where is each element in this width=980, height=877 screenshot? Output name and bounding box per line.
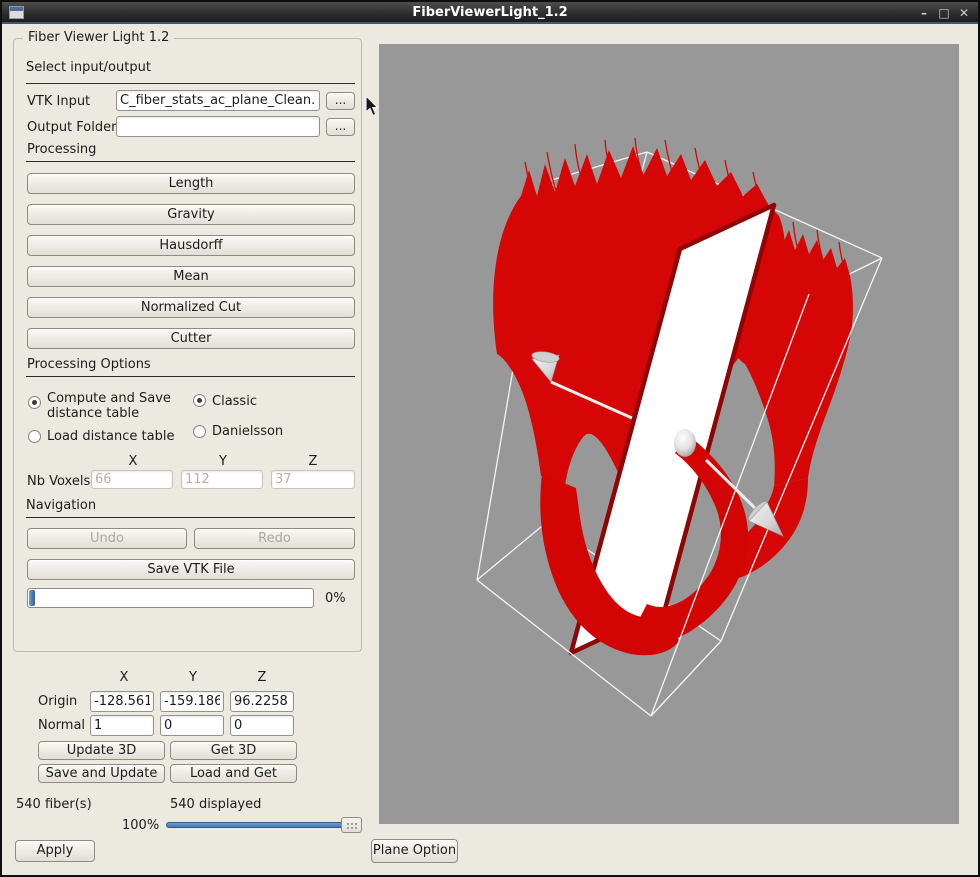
- divider: [26, 376, 355, 377]
- apply-button[interactable]: Apply: [15, 840, 95, 862]
- vtk-input-field[interactable]: [116, 90, 320, 111]
- vtk-input-label: VTK Input: [27, 94, 90, 109]
- plane-axis-z: Z: [251, 670, 273, 685]
- normal-z-field[interactable]: [230, 715, 294, 736]
- divider: [26, 161, 355, 162]
- update-3d-button[interactable]: Update 3D: [38, 741, 165, 760]
- radio-classic[interactable]: [193, 394, 206, 407]
- groupbox-title: Fiber Viewer Light 1.2: [23, 30, 174, 45]
- get-3d-button[interactable]: Get 3D: [170, 741, 297, 760]
- gravity-button[interactable]: Gravity: [27, 204, 355, 225]
- minimize-icon[interactable]: –: [916, 6, 932, 20]
- mouse-cursor: [365, 95, 381, 117]
- nb-voxels-label: Nb Voxels: [27, 474, 90, 489]
- hausdorff-button[interactable]: Hausdorff: [27, 235, 355, 256]
- slider-track[interactable]: [166, 822, 362, 828]
- save-and-update-button[interactable]: Save and Update: [38, 764, 165, 783]
- nb-voxels-y-field: [181, 470, 263, 489]
- progress-percent-label: 0%: [325, 591, 346, 606]
- normal-y-field[interactable]: [160, 715, 224, 736]
- nb-voxels-z-field: [271, 470, 355, 489]
- progress-bar: [27, 588, 314, 608]
- section-processing-options: Processing Options: [27, 357, 151, 372]
- length-button[interactable]: Length: [27, 173, 355, 194]
- undo-button[interactable]: Undo: [27, 528, 187, 549]
- radio-load-table-label[interactable]: Load distance table: [47, 429, 174, 444]
- plane-option-button[interactable]: Plane Option: [371, 839, 458, 863]
- normalized-cut-button[interactable]: Normalized Cut: [27, 297, 355, 318]
- fiber-display-slider[interactable]: [166, 817, 362, 833]
- fiber-viewer-groupbox: Fiber Viewer Light 1.2 Select input/outp…: [13, 38, 362, 652]
- vtk-browse-button[interactable]: ...: [326, 92, 355, 110]
- slider-grip: [346, 822, 359, 830]
- origin-y-field[interactable]: [160, 691, 224, 712]
- close-icon[interactable]: ✕: [956, 6, 972, 20]
- section-processing: Processing: [27, 142, 96, 157]
- radio-danielsson[interactable]: [193, 425, 206, 438]
- maximize-icon[interactable]: □: [936, 6, 952, 20]
- voxel-axis-x: X: [122, 454, 144, 469]
- output-folder-label: Output Folder: [27, 120, 116, 135]
- radio-compute-save-label[interactable]: Compute and Save distance table: [47, 391, 185, 421]
- origin-label: Origin: [38, 694, 77, 709]
- redo-button[interactable]: Redo: [194, 528, 355, 549]
- window-controls: – □ ✕: [916, 2, 972, 24]
- divider: [26, 83, 355, 84]
- radio-load-table[interactable]: [28, 430, 41, 443]
- titlebar: FiberViewerLight_1.2 – □ ✕: [2, 2, 978, 24]
- voxel-axis-y: Y: [212, 454, 234, 469]
- app-window: FiberViewerLight_1.2 – □ ✕ Fiber Viewer …: [0, 0, 980, 877]
- output-browse-button[interactable]: ...: [326, 118, 355, 136]
- origin-z-field[interactable]: [230, 691, 294, 712]
- plane-axis-x: X: [113, 670, 135, 685]
- plane-origin-sphere[interactable]: [674, 429, 696, 457]
- displayed-count-label: 540 displayed: [170, 797, 261, 812]
- divider: [26, 517, 355, 518]
- voxel-axis-z: Z: [302, 454, 324, 469]
- radio-compute-save[interactable]: [28, 396, 41, 409]
- nb-voxels-x-field: [91, 470, 173, 489]
- load-and-get-button[interactable]: Load and Get: [170, 764, 297, 783]
- radio-danielsson-label[interactable]: Danielsson: [212, 424, 283, 439]
- section-navigation: Navigation: [26, 498, 96, 513]
- slider-handle[interactable]: [341, 817, 362, 833]
- plane-axis-y: Y: [182, 670, 204, 685]
- normal-x-field[interactable]: [90, 715, 154, 736]
- slider-percent-label: 100%: [122, 818, 159, 833]
- progress-chunk: [29, 590, 35, 606]
- mean-button[interactable]: Mean: [27, 266, 355, 287]
- radio-classic-label[interactable]: Classic: [212, 394, 257, 409]
- window-title: FiberViewerLight_1.2: [2, 5, 978, 20]
- cutter-button[interactable]: Cutter: [27, 328, 355, 349]
- fiber-count-label: 540 fiber(s): [16, 797, 92, 812]
- section-select-io: Select input/output: [26, 60, 151, 75]
- normal-label: Normal: [38, 718, 85, 733]
- fiber-scene: [379, 44, 959, 824]
- origin-x-field[interactable]: [90, 691, 154, 712]
- save-vtk-button[interactable]: Save VTK File: [27, 559, 355, 580]
- render-viewport-3d[interactable]: [379, 44, 959, 824]
- output-folder-field[interactable]: [116, 116, 320, 137]
